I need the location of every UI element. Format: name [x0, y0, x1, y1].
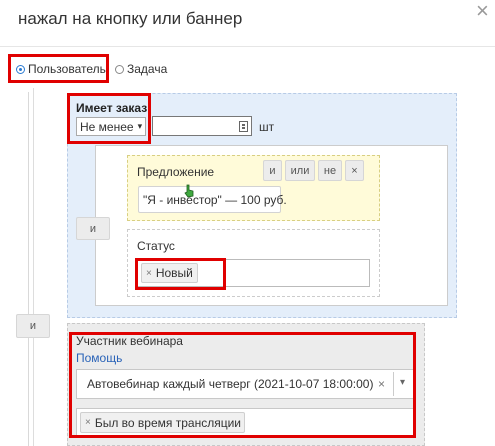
webinar-status-tag-label: Был во время трансляции [94, 415, 241, 430]
webinar-label: Участник вебинара [76, 334, 183, 348]
help-link[interactable]: Помощь [76, 351, 122, 365]
webinar-status-tag[interactable]: × Был во время трансляции [80, 412, 245, 433]
outer-and-button[interactable]: и [16, 314, 50, 338]
chevron-down-icon: ▾ [137, 121, 143, 131]
clear-icon[interactable]: × [378, 377, 385, 391]
radio-user-label: Пользователь [28, 62, 106, 76]
remove-status-icon[interactable]: × [146, 268, 152, 279]
comparator-value: Не менее [80, 119, 134, 134]
hand-cursor-icon [184, 184, 194, 198]
unit-label: шт [259, 120, 275, 134]
radio-task-dot[interactable] [115, 64, 124, 74]
modal-title: нажал на кнопку или баннер [18, 9, 243, 28]
radio-task[interactable]: Задача [115, 62, 167, 76]
offer-and-button[interactable]: и [263, 160, 282, 181]
remove-webinar-status-icon[interactable]: × [85, 417, 91, 428]
keypad-icon [239, 121, 248, 132]
radio-user-dot[interactable] [16, 64, 25, 74]
offer-not-button[interactable]: не [318, 160, 342, 181]
comparator-select[interactable]: Не менее ▾ [76, 117, 146, 136]
outer-divider [28, 92, 29, 446]
offer-value-text: "Я - инвестор" — 100 руб. [143, 192, 287, 207]
webinar-select-value: Автовебинар каждый четверг (2021-10-07 1… [87, 377, 374, 391]
order-and-button[interactable]: и [76, 217, 110, 240]
offer-remove-button[interactable]: × [345, 160, 364, 181]
status-label: Статус [137, 239, 175, 253]
status-tag[interactable]: × Новый [141, 263, 198, 283]
offer-label: Предложение [137, 165, 215, 179]
dropdown-arrow-icon[interactable]: ▾ [400, 377, 405, 388]
offer-value[interactable]: "Я - инвестор" — 100 руб. [138, 186, 287, 213]
status-tag-label: Новый [155, 266, 193, 280]
radio-user[interactable]: Пользователь [16, 62, 106, 76]
has-order-label: Имеет заказ [76, 101, 148, 115]
webinar-select[interactable]: Автовебинар каждый четверг (2021-10-07 1… [76, 369, 414, 399]
modal-header: нажал на кнопку или баннер × [0, 0, 495, 47]
select-separator [393, 372, 394, 396]
radio-task-label: Задача [127, 62, 168, 76]
condition-modal: нажал на кнопку или баннер × Пользовател… [0, 0, 495, 446]
quantity-input[interactable] [152, 116, 252, 136]
close-icon[interactable]: × [476, 0, 489, 24]
offer-or-button[interactable]: или [285, 160, 315, 181]
